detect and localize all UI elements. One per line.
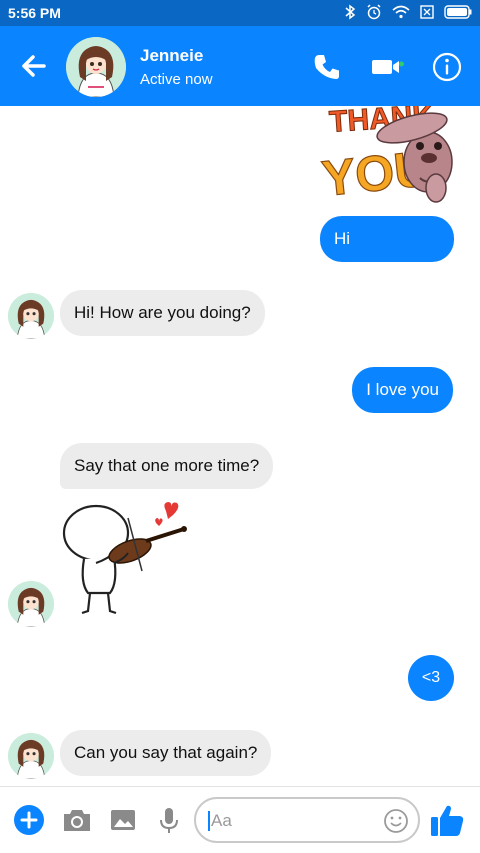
alarm-icon	[367, 4, 381, 20]
plus-icon[interactable]	[12, 803, 46, 837]
thumbs-up-icon[interactable]	[428, 801, 466, 839]
microphone-icon[interactable]	[152, 803, 186, 837]
contact-avatar[interactable]	[66, 37, 126, 97]
contact-status: Active now	[140, 71, 213, 88]
input-placeholder: Aa	[211, 811, 232, 830]
message-text: <3	[421, 669, 441, 686]
message-composer: Aa	[0, 786, 480, 853]
emoji-icon[interactable]	[382, 807, 410, 835]
message-text: I love you	[366, 380, 439, 399]
status-icons	[344, 4, 472, 20]
message-input[interactable]: Aa	[194, 797, 420, 843]
sender-avatar[interactable]	[8, 581, 54, 627]
message-incoming[interactable]: Can you say that again?	[60, 730, 272, 776]
image-icon[interactable]	[106, 803, 140, 837]
message-text: Say that one more time?	[74, 456, 260, 475]
phone-icon[interactable]	[310, 50, 344, 84]
bluetooth-icon	[345, 4, 356, 20]
status-bar: 5:56 PM	[0, 0, 480, 26]
camera-icon[interactable]	[60, 803, 94, 837]
text-cursor	[208, 811, 210, 831]
contact-name: Jenneie	[140, 46, 204, 65]
video-camera-icon[interactable]	[370, 50, 404, 84]
back-arrow-icon[interactable]	[16, 48, 52, 84]
wifi-icon	[392, 5, 410, 19]
sender-avatar[interactable]	[8, 733, 54, 779]
message-outgoing[interactable]: Hi	[320, 216, 454, 262]
battery-icon	[444, 5, 472, 19]
message-outgoing[interactable]: <3	[408, 655, 454, 701]
violin-sticker[interactable]	[58, 493, 198, 623]
message-text: Can you say that again?	[74, 743, 258, 762]
sim-icon	[420, 5, 434, 19]
info-icon[interactable]	[430, 50, 464, 84]
message-outgoing[interactable]: I love you	[352, 367, 453, 413]
message-text: Hi! How are you doing?	[74, 303, 251, 322]
status-time: 5:56 PM	[8, 5, 61, 21]
thank-you-sticker[interactable]: THANK YOU!	[316, 106, 466, 214]
message-list[interactable]: THANK YOU! Hi Hi! How are you doing? I l…	[0, 106, 480, 786]
message-incoming[interactable]: Hi! How are you doing?	[60, 290, 265, 336]
message-incoming[interactable]: Say that one more time?	[60, 443, 274, 489]
conversation-header: Jenneie Active now	[0, 26, 480, 106]
sender-avatar[interactable]	[8, 293, 54, 339]
message-text: Hi	[334, 229, 351, 248]
